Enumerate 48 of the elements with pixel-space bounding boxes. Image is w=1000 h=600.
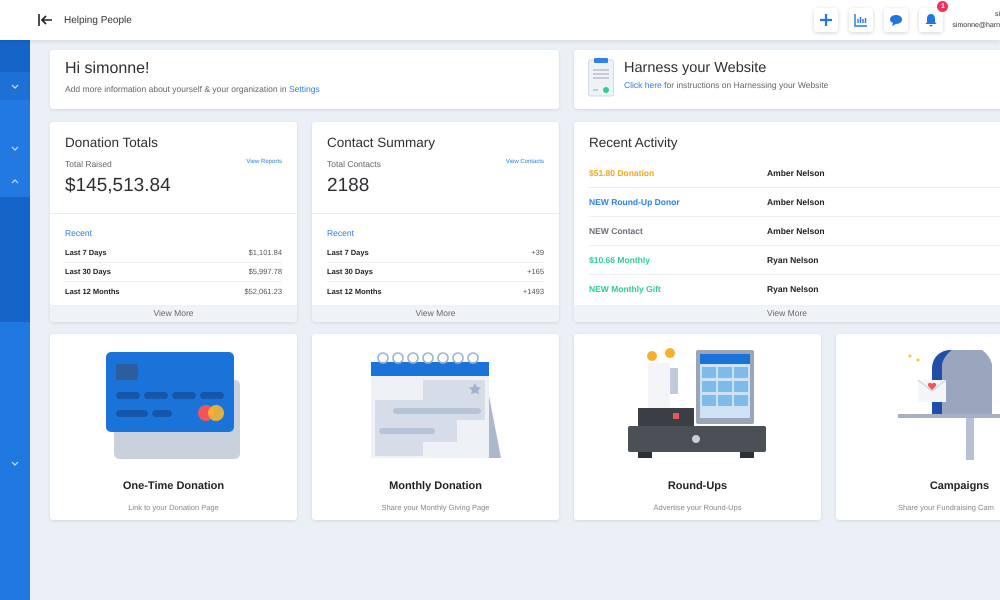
stat-value: $145,513.84 [65,174,172,197]
add-button[interactable] [814,8,838,32]
chevron-down-icon[interactable] [11,84,19,88]
chat-bubble-icon [889,13,904,27]
view-more-button[interactable]: View More [50,305,297,322]
recent-heading: Recent [327,227,355,240]
activity-event: $51.80 Donation [589,166,656,180]
harness-text: Click here for instructions on Harnessing your Website [624,79,828,92]
app-title: Helping People [64,14,132,28]
card-title: Contact Summary [327,135,436,151]
welcome-text: Add more information about yourself & your organization in Settings [65,83,321,96]
harness-title: Harness your Website [624,59,768,78]
reports-button[interactable] [849,8,874,32]
activity-event: $10.66 Monthly [589,254,651,266]
contact-name: Amber Nelson [767,166,825,180]
collapse-icon[interactable] [38,14,53,26]
contact-name: Amber Nelson [767,224,825,238]
view-more-button[interactable]: View More [767,307,807,320]
bell-icon [924,13,938,27]
sidebar-section [0,40,30,72]
activity-event: NEW Round-Up Donor [589,196,681,208]
bar-chart-icon [854,13,868,27]
chevron-up-icon[interactable] [11,178,19,184]
view-more-button[interactable]: View More [312,305,559,322]
action-title: Monthly Donation [389,479,482,494]
activity-event: NEW Monthly Gift [589,283,662,296]
card-title: Recent Activity [589,135,679,151]
action-title: Campaigns [930,479,990,494]
recent-heading: Recent [65,227,93,240]
messages-button[interactable] [884,8,908,32]
click-here-link[interactable]: Click here [624,80,662,90]
card-title: Donation Totals [65,135,159,151]
plus-icon [819,13,834,27]
activity-event: NEW Contact [589,224,644,238]
contact-name: Ryan Nelson [767,283,818,296]
action-title: One-Time Donation [122,479,224,494]
contact-name: Ryan Nelson [767,254,818,266]
chevron-down-icon[interactable] [11,146,19,150]
action-title: Round-Ups [668,479,728,494]
stat-label: Total Contacts [327,158,381,171]
chevron-down-icon[interactable] [11,461,19,466]
notifications-button[interactable] [919,8,944,32]
settings-link[interactable]: Settings [288,84,320,94]
document-icon [588,58,614,97]
welcome-title: Hi simonne! [65,59,150,79]
stat-value: 2188 [327,174,370,197]
stat-label: Total Raised [65,158,112,171]
contact-name: Amber Nelson [767,196,825,208]
